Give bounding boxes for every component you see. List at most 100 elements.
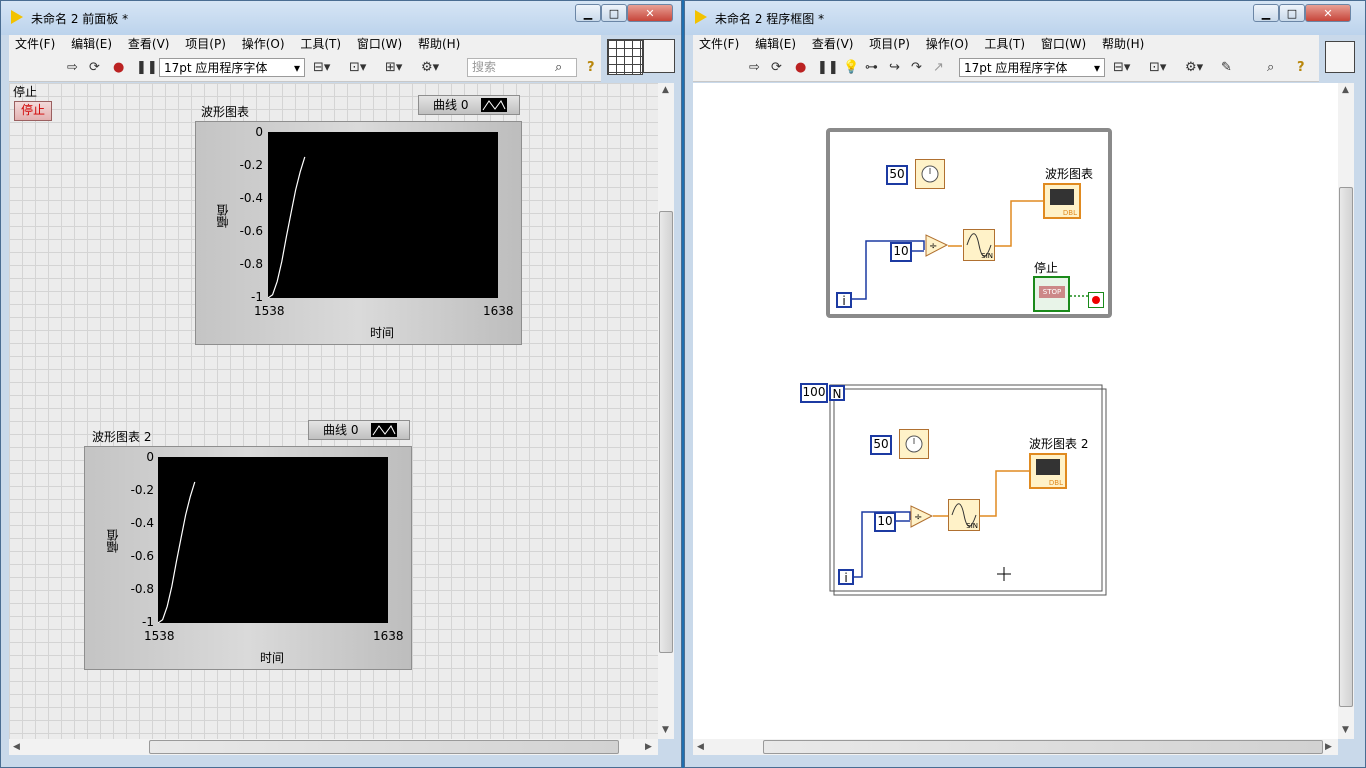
scroll-down-icon[interactable]: ▼ [1342, 725, 1349, 735]
menu-file[interactable]: 文件(F) [9, 35, 61, 53]
maximize-button[interactable]: □ [601, 4, 627, 22]
help-icon[interactable]: ? [587, 59, 595, 77]
stop-terminal-icon[interactable]: STOP [1033, 276, 1070, 312]
menu-tools[interactable]: 工具(T) [294, 35, 347, 53]
abort-icon[interactable]: ● [113, 59, 124, 77]
vi-icon[interactable] [1325, 41, 1355, 73]
waveform-chart-terminal-icon[interactable]: DBL [1043, 183, 1081, 219]
menu-help[interactable]: 帮助(H) [1096, 35, 1150, 53]
abort-icon[interactable]: ● [795, 59, 806, 77]
scroll-up-icon[interactable]: ▲ [662, 85, 669, 95]
scroll-down-icon[interactable]: ▼ [662, 725, 669, 735]
chart2-frame[interactable]: 幅值 0 -0.2 -0.4 -0.6 -0.8 -1 1538 1638 时间 [84, 446, 412, 670]
divisor-const[interactable]: 10 [874, 512, 896, 532]
menu-edit[interactable]: 编辑(E) [749, 35, 802, 53]
scroll-thumb[interactable] [1339, 187, 1353, 707]
menu-file[interactable]: 文件(F) [693, 35, 745, 53]
sine-function-icon[interactable]: SIN [963, 229, 995, 261]
reorder-icon[interactable]: ⚙▾ [1185, 59, 1203, 77]
step-into-icon[interactable]: ↪ [889, 59, 900, 77]
chart2-plot-area[interactable] [158, 457, 388, 623]
menu-window[interactable]: 窗口(W) [351, 35, 408, 53]
cleanup-diagram-icon[interactable]: ✎ [1221, 59, 1232, 77]
pause-icon[interactable]: ❚❚ [817, 59, 839, 77]
horizontal-scrollbar[interactable]: ◀ ▶ [9, 739, 658, 755]
front-panel-canvas[interactable]: 停止 停止 波形图表 曲线 0 幅值 0 -0.2 -0.4 -0.6 -0.8… [9, 83, 658, 739]
align-icon[interactable]: ⊟▾ [1113, 59, 1130, 77]
chart1-legend[interactable]: 曲线 0 [418, 95, 520, 115]
wait-const[interactable]: 50 [870, 435, 892, 455]
scroll-left-icon[interactable]: ◀ [697, 742, 704, 752]
vertical-scrollbar[interactable]: ▲ ▼ [658, 83, 674, 739]
menu-view[interactable]: 查看(V) [122, 35, 176, 53]
font-select[interactable]: 17pt 应用程序字体 [159, 58, 305, 77]
font-select[interactable]: 17pt 应用程序字体 [959, 58, 1105, 77]
wire-dbl [980, 470, 1029, 517]
help-icon[interactable]: ? [1297, 59, 1305, 77]
menu-window[interactable]: 窗口(W) [1035, 35, 1092, 53]
menu-operate[interactable]: 操作(O) [920, 35, 975, 53]
search-icon[interactable]: ⌕ [555, 59, 562, 77]
chart1-title: 波形图表 [201, 105, 250, 119]
menu-project[interactable]: 项目(P) [179, 35, 232, 53]
title-bar[interactable]: 未命名 2 前面板 * ▁ □ ✕ [1, 1, 681, 35]
waveform-chart-terminal-icon[interactable]: DBL [1029, 453, 1067, 489]
loop-count-const[interactable]: 100 [800, 383, 828, 403]
scroll-left-icon[interactable]: ◀ [13, 742, 20, 752]
menu-operate[interactable]: 操作(O) [236, 35, 291, 53]
scroll-right-icon[interactable]: ▶ [1325, 742, 1332, 752]
stop-button[interactable]: 停止 [14, 101, 52, 121]
connector-pane-icon[interactable] [607, 39, 643, 75]
chart1-frame[interactable]: 幅值 0 -0.2 -0.4 -0.6 -0.8 -1 1538 1638 时间 [195, 121, 522, 345]
step-over-icon[interactable]: ↷ [911, 59, 922, 77]
menu-help[interactable]: 帮助(H) [412, 35, 466, 53]
chart2-xtick-end[interactable]: 1638 [373, 629, 404, 643]
search-icon[interactable]: ⌕ [1267, 59, 1274, 77]
block-diagram-canvas[interactable]: ÷ ÷ 50 10 i SIN 波形图表 DBL 停止 STOP 100 N 5 [693, 83, 1338, 739]
run-continuously-icon[interactable]: ⟳ [771, 59, 782, 77]
scroll-thumb[interactable] [763, 740, 1323, 754]
chart1-xtick-end[interactable]: 1638 [483, 304, 514, 318]
wire-dbl [995, 200, 1043, 247]
reorder-icon[interactable]: ⚙▾ [421, 59, 439, 77]
menu-edit[interactable]: 编辑(E) [65, 35, 118, 53]
run-arrow-icon[interactable]: ⇨ [749, 59, 760, 77]
chart2-legend[interactable]: 曲线 0 [308, 420, 410, 440]
run-continuously-icon[interactable]: ⟳ [89, 59, 100, 77]
loop-condition-icon[interactable] [1088, 292, 1104, 308]
scroll-thumb[interactable] [149, 740, 619, 754]
close-button[interactable]: ✕ [627, 4, 673, 22]
align-icon[interactable]: ⊟▾ [313, 59, 330, 77]
menu-view[interactable]: 查看(V) [806, 35, 860, 53]
highlight-execution-icon[interactable]: 💡 [843, 59, 859, 77]
minimize-button[interactable]: ▁ [575, 4, 601, 22]
run-arrow-icon[interactable]: ⇨ [67, 59, 78, 77]
chart1-xtick-start[interactable]: 1538 [254, 304, 285, 318]
distribute-icon[interactable]: ⊡▾ [1149, 59, 1166, 77]
vertical-scrollbar[interactable]: ▲ ▼ [1338, 83, 1354, 739]
chart2-xtick-start[interactable]: 1538 [144, 629, 175, 643]
horizontal-scrollbar[interactable]: ◀ ▶ [693, 739, 1338, 755]
vi-icon[interactable] [643, 39, 675, 73]
chart1-ytick: -0.8 [239, 257, 263, 271]
close-button[interactable]: ✕ [1305, 4, 1351, 22]
sine-function-icon[interactable]: SIN [948, 499, 980, 531]
step-out-icon[interactable]: ↗ [933, 59, 944, 77]
scroll-up-icon[interactable]: ▲ [1342, 85, 1349, 95]
divisor-const[interactable]: 10 [890, 242, 912, 262]
scroll-right-icon[interactable]: ▶ [645, 742, 652, 752]
retain-wire-values-icon[interactable]: ⊶ [865, 59, 878, 77]
distribute-icon[interactable]: ⊡▾ [349, 59, 366, 77]
maximize-button[interactable]: □ [1279, 4, 1305, 22]
menu-tools[interactable]: 工具(T) [978, 35, 1031, 53]
scroll-thumb[interactable] [659, 211, 673, 653]
minimize-button[interactable]: ▁ [1253, 4, 1279, 22]
resize-icon[interactable]: ⊞▾ [385, 59, 402, 77]
wait-ms-icon[interactable] [915, 159, 945, 189]
wait-const[interactable]: 50 [886, 165, 908, 185]
title-bar[interactable]: 未命名 2 程序框图 * ▁ □ ✕ [685, 1, 1365, 35]
pause-icon[interactable]: ❚❚ [136, 59, 158, 77]
wait-ms-icon[interactable] [899, 429, 929, 459]
chart1-plot-area[interactable] [268, 132, 498, 298]
menu-project[interactable]: 项目(P) [863, 35, 916, 53]
